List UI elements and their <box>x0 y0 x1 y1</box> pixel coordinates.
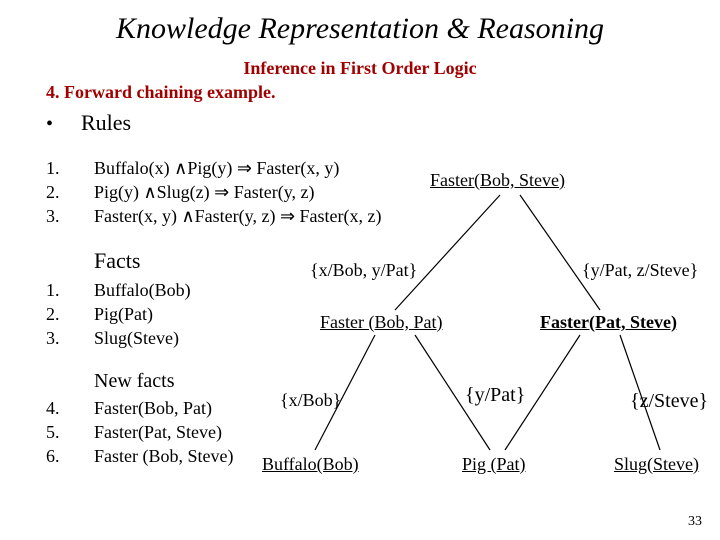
fact-text: Slug(Steve) <box>94 328 179 349</box>
tree-subst-left: {x/Bob} <box>280 390 341 411</box>
newfact-text: Faster (Bob, Steve) <box>94 446 233 467</box>
rule-number: 1. <box>46 158 86 179</box>
newfact-number: 6. <box>46 446 86 467</box>
newfacts-heading: New facts <box>94 370 175 393</box>
newfact-text: Faster(Bob, Pat) <box>94 398 212 419</box>
rule-text: Buffalo(x) ∧Pig(y) ⇒ Faster(x, y) <box>94 158 339 179</box>
tree-leaf-left: Buffalo(Bob) <box>262 454 359 475</box>
tree-mid-left: Faster (Bob, Pat) <box>320 312 442 333</box>
slide-title: Knowledge Representation & Reasoning <box>0 12 720 46</box>
fact-number: 1. <box>46 280 86 301</box>
tree-leaf-center: Pig (Pat) <box>462 454 526 475</box>
fact-number: 3. <box>46 328 86 349</box>
tree-root: Faster(Bob, Steve) <box>430 170 565 191</box>
rules-heading: Rules <box>81 110 131 135</box>
newfact-text: Faster(Pat, Steve) <box>94 422 222 443</box>
newfact-number: 4. <box>46 398 86 419</box>
slide-number: 33 <box>688 514 702 530</box>
tree-mid-right: Faster(Pat, Steve) <box>540 312 677 333</box>
rule-number: 2. <box>46 182 86 203</box>
rule-text: Pig(y) ∧Slug(z) ⇒ Faster(y, z) <box>94 182 315 203</box>
tree-subst-right: {z/Steve} <box>630 390 708 413</box>
newfact-number: 5. <box>46 422 86 443</box>
bullet-dot: • <box>46 113 76 136</box>
tree-leaf-right: Slug(Steve) <box>614 454 699 475</box>
slide: Knowledge Representation & Reasoning Inf… <box>0 0 720 540</box>
fact-number: 2. <box>46 304 86 325</box>
facts-heading: Facts <box>94 248 140 274</box>
fact-text: Buffalo(Bob) <box>94 280 191 301</box>
slide-subtitle: Inference in First Order Logic <box>0 58 720 79</box>
tree-subst-center: {y/Pat} <box>465 384 525 407</box>
tree-unify-left: {x/Bob, y/Pat} <box>310 260 417 281</box>
fact-text: Pig(Pat) <box>94 304 153 325</box>
rule-text: Faster(x, y) ∧Faster(y, z) ⇒ Faster(x, z… <box>94 206 382 227</box>
section-label: 4. Forward chaining example. <box>46 82 276 103</box>
rules-bullet: • Rules <box>46 110 131 136</box>
tree-unify-right: {y/Pat, z/Steve} <box>582 260 698 281</box>
rule-number: 3. <box>46 206 86 227</box>
